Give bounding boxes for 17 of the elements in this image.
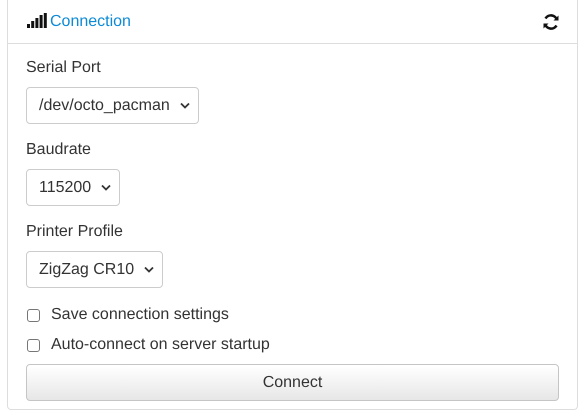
chevron-icon xyxy=(101,184,112,191)
checkbox[interactable] xyxy=(27,308,40,322)
chevron-icon xyxy=(144,266,154,273)
field-label: Serial Port xyxy=(26,58,102,78)
select-dropdown[interactable]: /dev/octo_pacman xyxy=(26,87,199,124)
signal-icon xyxy=(27,13,47,28)
checkbox[interactable] xyxy=(27,338,40,352)
panel-title[interactable]: Connection xyxy=(50,12,131,30)
select-dropdown[interactable]: 115200 xyxy=(26,169,120,206)
checkbox-label: Save connection settings xyxy=(51,306,229,324)
refresh-icon[interactable] xyxy=(542,12,560,30)
chevron-icon xyxy=(180,102,190,109)
select-dropdown[interactable]: ZigZag CR10 xyxy=(26,251,164,288)
field-label: Printer Profile xyxy=(26,222,124,242)
connect-button[interactable]: Connect xyxy=(26,364,559,401)
checkbox-label: Auto-connect on server startup xyxy=(51,336,270,354)
field-label: Baudrate xyxy=(26,140,92,160)
